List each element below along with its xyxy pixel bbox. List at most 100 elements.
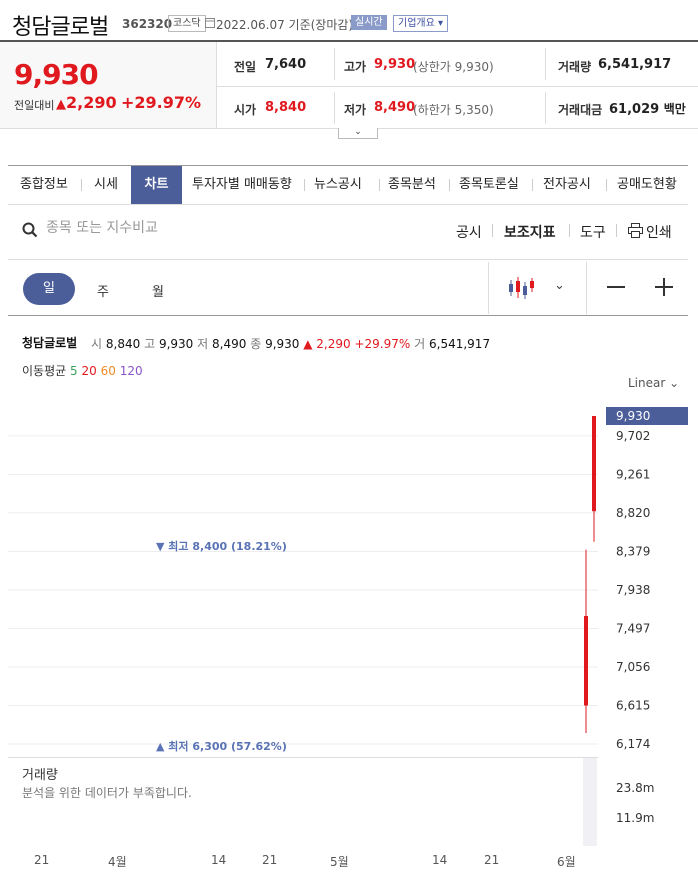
prev-label: 전일: [234, 60, 257, 74]
zoom-out-icon[interactable]: [607, 286, 625, 288]
x-tick: 21: [484, 853, 500, 867]
realtime-badge[interactable]: 실시간: [351, 15, 387, 30]
current-price-tag: 9,930: [606, 407, 688, 425]
volume-title: 거래량: [22, 768, 58, 783]
high-value: 9,930: [374, 57, 416, 72]
tab-short-selling[interactable]: 공매도현황: [617, 166, 677, 204]
drawing-tools-button[interactable]: 도구: [580, 222, 606, 242]
change-label: 전일대비: [14, 99, 55, 112]
divider: [8, 315, 688, 316]
volume-label: 거래량: [558, 60, 592, 74]
company-info-button[interactable]: 기업개요 ▾: [393, 15, 449, 32]
divider: [217, 86, 698, 87]
divider: [8, 259, 688, 260]
volume-tick: 11.9m: [616, 811, 655, 825]
tab-divider: [532, 179, 533, 191]
period-low-marker: ▲ 최저 6,300 (57.62%): [156, 740, 287, 753]
x-tick: 4월: [108, 855, 127, 869]
tab-divider: [606, 179, 607, 191]
tab-chart[interactable]: 차트: [131, 166, 182, 204]
divider: [334, 92, 335, 124]
high-label: 고가: [344, 60, 367, 74]
chart-type-chevron-icon[interactable]: ⌄: [554, 278, 565, 293]
y-tick-label: 6,615: [616, 698, 650, 712]
chevron-down-icon: ⌄: [354, 127, 362, 137]
divider: [545, 92, 546, 124]
price-chart[interactable]: 9,702 9,261 8,820 8,379 7,938 7,497 7,056 6,615…: [0, 395, 698, 755]
y-tick-label: 7,938: [616, 583, 650, 597]
moving-average-legend: 이동평균 5 20 60 120: [22, 364, 143, 378]
printer-icon[interactable]: [628, 223, 643, 242]
tab-divider: [81, 179, 82, 191]
divider: [488, 262, 489, 314]
tool-divider: [616, 224, 617, 237]
volume-bar: [583, 758, 597, 846]
y-tick-label: 6,174: [616, 737, 650, 751]
trade-date: 2022.06.07 기준(장마감): [216, 18, 354, 32]
prev-value: 7,640: [265, 57, 307, 72]
tab-bar: 종합정보 시세 차트 투자자별 매매동향 뉴스공시 종목분석 종목토론실 전자공…: [8, 165, 688, 205]
divider: [586, 262, 587, 314]
amount-label: 거래대금: [558, 103, 603, 117]
x-tick: 14: [432, 853, 448, 867]
tab-overview[interactable]: 종합정보: [20, 166, 68, 204]
up-triangle-icon: ▲: [56, 97, 66, 112]
stock-code: 362320: [122, 17, 173, 31]
tab-divider: [304, 179, 305, 191]
stock-name: 청담글로벌: [12, 15, 109, 40]
indicators-button[interactable]: 보조지표: [504, 222, 556, 242]
search-icon[interactable]: [22, 222, 38, 242]
tool-divider: [569, 224, 570, 237]
tab-analysis[interactable]: 종목분석: [388, 166, 436, 204]
y-tick-label: 9,261: [616, 467, 650, 481]
divider: [545, 48, 546, 80]
chevron-down-icon: ⌄: [669, 376, 680, 390]
tab-quotes[interactable]: 시세: [94, 166, 118, 204]
volume-message: 분석을 위한 데이터가 부족합니다.: [22, 786, 192, 800]
upper-limit: (상한가 9,930): [413, 60, 494, 74]
period-week-button[interactable]: 주: [97, 281, 109, 300]
x-tick: 5월: [330, 855, 349, 869]
y-tick-label: 8,379: [616, 544, 650, 558]
tab-disclosure[interactable]: 전자공시: [543, 166, 591, 204]
scale-selector[interactable]: Linear ⌄: [628, 376, 679, 390]
expand-button[interactable]: ⌄: [338, 128, 378, 139]
tab-divider: [379, 179, 380, 191]
lower-limit: (하한가 5,350): [413, 103, 494, 117]
volume-tick: 23.8m: [616, 781, 655, 795]
print-button[interactable]: 인쇄: [646, 222, 672, 242]
open-label: 시가: [234, 103, 257, 117]
y-tick-label: 9,702: [616, 429, 650, 443]
current-price: 9,930: [14, 58, 99, 91]
candlestick-chart-icon[interactable]: [508, 276, 534, 304]
tool-divider: [492, 224, 493, 237]
calendar-icon: [205, 17, 215, 32]
volume-value: 6,541,917: [598, 57, 672, 72]
tab-divider: [449, 179, 450, 191]
period-day-button[interactable]: 일: [23, 273, 75, 305]
ohlc-summary: 시 8,840 고 9,930 저 8,490 종 9,930 ▲ 2,290 …: [91, 337, 491, 351]
low-label: 저가: [344, 103, 367, 117]
search-input[interactable]: [46, 220, 346, 236]
y-tick-label: 8,820: [616, 506, 650, 520]
divider: [8, 757, 598, 758]
low-value: 8,490: [374, 100, 416, 115]
tab-investor-trading[interactable]: 투자자별 매매동향: [192, 166, 292, 204]
open-value: 8,840: [265, 100, 307, 115]
market-badge: 코스닥: [168, 15, 206, 32]
tab-discussion[interactable]: 종목토론실: [459, 166, 519, 204]
zoom-in-icon[interactable]: [655, 278, 673, 300]
amount-value: 61,029 백만: [609, 102, 686, 117]
tab-news[interactable]: 뉴스공시: [314, 166, 362, 204]
y-tick-label: 7,497: [616, 621, 650, 635]
x-tick: 21: [34, 853, 50, 867]
candle-body: [592, 416, 596, 512]
chart-stock-name: 청담글로벌: [22, 336, 78, 350]
period-month-button[interactable]: 월: [152, 281, 164, 300]
x-tick: 14: [211, 853, 227, 867]
divider: [334, 48, 335, 80]
disclosure-toggle[interactable]: 공시: [456, 222, 482, 242]
candle-body: [584, 615, 588, 706]
x-tick: 21: [262, 853, 278, 867]
x-tick: 6월: [557, 855, 576, 869]
